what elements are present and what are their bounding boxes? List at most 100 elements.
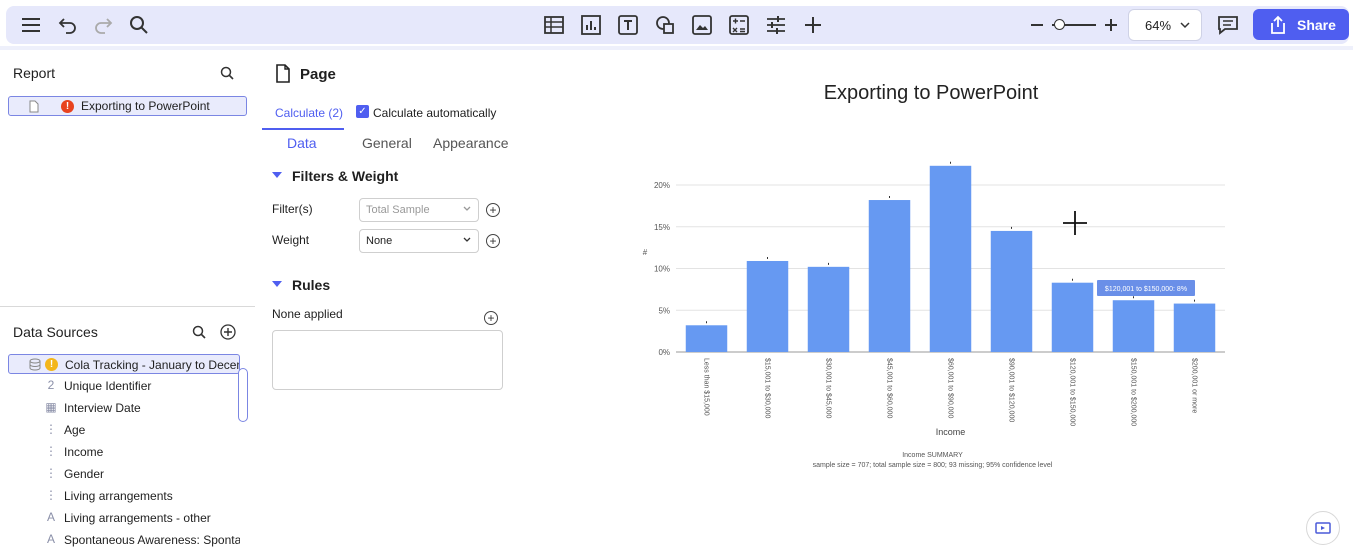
collapse-triangle-icon[interactable]	[272, 281, 282, 287]
variable-item[interactable]: ⋮ Gender	[8, 464, 240, 484]
share-icon	[1271, 15, 1285, 34]
chart-tooltip-text: $120,001 to $150,000: 8%	[1105, 286, 1187, 293]
crosshair-cursor-icon	[1063, 211, 1087, 235]
calculation-icon[interactable]	[722, 6, 756, 44]
report-item-label: Exporting to PowerPoint	[81, 99, 210, 113]
page-title: Page	[300, 66, 336, 83]
variable-item[interactable]: ▦ Interview Date	[8, 398, 240, 418]
x-tick-label: $200,001 or more	[1191, 358, 1198, 413]
x-tick-label: $150,001 to $200,000	[1130, 358, 1137, 426]
x-tick-label: $120,001 to $150,000	[1069, 358, 1076, 426]
controls-icon[interactable]	[759, 6, 793, 44]
add-weight-button[interactable]: +	[486, 234, 500, 248]
present-button[interactable]	[1306, 511, 1340, 545]
comments-icon[interactable]	[1211, 6, 1245, 44]
tab-general[interactable]: General	[362, 135, 412, 151]
share-label: Share	[1297, 16, 1336, 33]
chart-bar[interactable]	[685, 325, 728, 352]
variable-item[interactable]: A Spontaneous Awareness: Spontaneous	[8, 530, 240, 550]
scrollbar[interactable]	[238, 368, 248, 422]
present-icon	[1315, 522, 1331, 534]
categorical-icon: ⋮	[45, 444, 57, 458]
tab-appearance[interactable]: Appearance	[433, 135, 509, 151]
zoom-slider-handle[interactable]	[1054, 19, 1065, 30]
x-tick-label: $30,001 to $45,000	[825, 358, 832, 418]
filter-placeholder: Total Sample	[366, 204, 430, 216]
warning-icon: !	[45, 358, 58, 371]
chart-bar[interactable]	[807, 266, 850, 352]
error-icon: !	[61, 100, 74, 113]
y-tick-label: 10%	[654, 265, 670, 274]
report-canvas[interactable]: Exporting to PowerPoint 0% 5% 10% 15% 20% # Le…	[528, 50, 1353, 548]
zoom-in-icon[interactable]	[1094, 6, 1128, 44]
dataset-label: Cola Tracking - January to December	[65, 358, 239, 372]
y-tick-label: 15%	[654, 223, 670, 232]
weight-select[interactable]: None	[359, 229, 479, 253]
shapes-icon[interactable]	[648, 6, 682, 44]
variable-label: Income	[64, 445, 104, 459]
collapse-triangle-icon[interactable]	[272, 172, 282, 178]
left-panel: Report ! Exporting to PowerPoint Data So…	[0, 50, 255, 548]
variable-label: Living arrangements - other	[64, 511, 211, 525]
variable-item[interactable]: A Living arrangements - other	[8, 508, 240, 528]
calculate-automatically-checkbox[interactable]: ✓	[356, 105, 369, 118]
variable-item[interactable]: ⋮ Living arrangements	[8, 486, 240, 506]
redo-icon[interactable]	[86, 6, 120, 44]
search-icon[interactable]	[192, 325, 206, 339]
text-icon[interactable]	[611, 6, 645, 44]
add-filter-button[interactable]: +	[486, 203, 500, 217]
image-icon[interactable]	[685, 6, 719, 44]
filter-select[interactable]: Total Sample	[359, 198, 479, 222]
bar-chart[interactable]: 0% 5% 10% 15% 20% # Less than $15,000 $15,001 t…	[528, 50, 1353, 490]
rules-box[interactable]	[272, 330, 503, 390]
properties-panel: Page Calculate (2) ✓ Calculate automatic…	[262, 50, 522, 548]
variable-item[interactable]: ⋮ Age	[8, 420, 240, 440]
chart-bar[interactable]	[1112, 300, 1155, 352]
chart-bar[interactable]	[868, 200, 911, 352]
share-button[interactable]: Share	[1253, 9, 1349, 40]
x-tick-label: Less than $15,000	[703, 358, 710, 416]
search-icon[interactable]	[122, 6, 156, 44]
text-variable-icon: A	[46, 510, 55, 524]
menu-icon[interactable]	[14, 6, 48, 44]
chart-bar[interactable]	[929, 165, 972, 352]
y-tick-label: 5%	[658, 306, 670, 315]
chevron-down-icon	[463, 206, 471, 211]
page-icon	[29, 100, 39, 113]
chart-icon[interactable]	[574, 6, 608, 44]
data-sources-title: Data Sources	[13, 324, 98, 340]
filters-weight-heading[interactable]: Filters & Weight	[292, 168, 398, 184]
rules-status: None applied	[272, 307, 343, 321]
dataset-item[interactable]: ! Cola Tracking - January to December	[8, 354, 240, 374]
x-tick-label: $60,001 to $90,000	[947, 358, 954, 418]
variable-item[interactable]: ⋮ Income	[8, 442, 240, 462]
chart-footer-title: Income SUMMARY	[902, 452, 963, 459]
chart-bar[interactable]	[746, 260, 789, 352]
add-circle-icon[interactable]	[220, 324, 236, 340]
x-tick-label: $90,001 to $120,000	[1008, 358, 1015, 422]
zoom-out-icon[interactable]	[1020, 6, 1054, 44]
chart-footer-stats: sample size = 707; total sample size = 8…	[813, 462, 1053, 469]
calculate-automatically-label: Calculate automatically	[373, 106, 497, 120]
variable-item[interactable]: 2 Unique Identifier	[8, 376, 240, 396]
tab-calculate[interactable]: Calculate (2)	[275, 106, 343, 120]
rules-heading[interactable]: Rules	[292, 277, 330, 293]
text-variable-icon: A	[46, 532, 55, 546]
undo-icon[interactable]	[51, 6, 85, 44]
filter-label: Filter(s)	[272, 202, 313, 216]
report-item[interactable]: ! Exporting to PowerPoint	[8, 96, 247, 116]
zoom-select[interactable]: 64%	[1128, 9, 1202, 41]
panel-divider	[0, 306, 255, 307]
add-icon[interactable]	[796, 6, 830, 44]
search-icon[interactable]	[220, 66, 234, 80]
chart-bar[interactable]	[1173, 303, 1216, 352]
chart-bar[interactable]	[1051, 282, 1094, 352]
table-icon[interactable]	[537, 6, 571, 44]
y-tick-label: 20%	[654, 181, 670, 190]
tab-data[interactable]: Data	[287, 135, 317, 151]
add-rule-button[interactable]: +	[484, 311, 498, 325]
weight-value: None	[366, 235, 393, 247]
x-tick-label: $45,001 to $60,000	[886, 358, 893, 418]
zoom-slider[interactable]	[1052, 18, 1096, 32]
chart-bar[interactable]	[990, 230, 1033, 352]
